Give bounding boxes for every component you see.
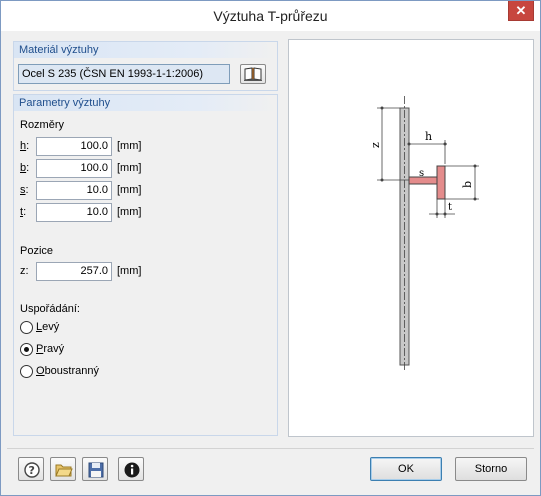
h-label-diagram: h xyxy=(425,130,432,143)
z-label: z: xyxy=(20,265,29,277)
t-unit: [mm] xyxy=(117,206,142,218)
preview-panel: z h s b t xyxy=(288,39,534,437)
t-section-diagram: z h s b t xyxy=(369,96,479,370)
t-input[interactable]: 10.0 xyxy=(36,203,112,222)
s-input[interactable]: 10.0 xyxy=(36,181,112,200)
h-input[interactable]: 100.0 xyxy=(36,137,112,156)
dialog-body: Materiál výztuhy Ocel S 235 (ČSN EN 1993… xyxy=(7,31,534,449)
radio-left-text: evý xyxy=(42,321,60,333)
s-unit: [mm] xyxy=(117,184,142,196)
ok-button[interactable]: OK xyxy=(370,457,442,481)
parameters-group-title: Parametry výztuhy xyxy=(19,97,111,109)
info-icon xyxy=(124,462,140,478)
parameters-group: Parametry výztuhy Rozměry h: 100.0 [mm] … xyxy=(13,94,278,436)
cancel-button[interactable]: Storno xyxy=(455,457,527,481)
radio-left-label: Levý xyxy=(36,321,59,334)
open-folder-icon xyxy=(55,464,73,477)
radio-both-label: Oboustranný xyxy=(36,365,99,378)
h-unit: [mm] xyxy=(117,140,142,152)
info-button[interactable] xyxy=(118,457,144,481)
b-label-diagram: b xyxy=(461,181,474,188)
s-suffix: : xyxy=(25,184,29,196)
z-tick-bottom xyxy=(380,178,384,182)
book-icon xyxy=(244,67,262,81)
t-tick-right xyxy=(443,212,447,216)
b-input[interactable]: 100.0 xyxy=(36,159,112,178)
h-tick-right xyxy=(443,142,447,146)
radio-both-indicator[interactable] xyxy=(20,365,33,378)
b-suffix: : xyxy=(26,162,30,174)
help-icon: ? xyxy=(24,462,40,478)
radio-left[interactable]: Levý xyxy=(20,321,100,335)
t-label-diagram: t xyxy=(448,202,452,213)
parameters-group-header: Parametry výztuhy xyxy=(14,95,277,111)
h-suffix: : xyxy=(26,140,30,152)
close-button[interactable]: ✕ xyxy=(508,1,534,21)
s-label-diagram: s xyxy=(419,168,424,179)
z-input[interactable]: 257.0 xyxy=(36,262,112,281)
save-button[interactable] xyxy=(82,457,108,481)
help-button[interactable]: ? xyxy=(18,457,44,481)
stiffener-flange xyxy=(436,165,446,200)
radio-right-text: ravý xyxy=(43,343,65,355)
title-bar: Výztuha T-průřezu ✕ xyxy=(1,1,540,31)
dimensions-label: Rozměry xyxy=(20,119,65,131)
arrangement-label: Uspořádání: xyxy=(20,303,80,315)
z-label-diagram: z xyxy=(369,142,382,148)
window-title: Výztuha T-průřezu xyxy=(213,8,328,24)
t-tick-left xyxy=(435,212,439,216)
open-button[interactable] xyxy=(50,457,76,481)
radio-left-indicator[interactable] xyxy=(20,321,33,334)
radio-both-mnemonic: O xyxy=(36,365,45,377)
radio-both-text: boustranný xyxy=(44,365,99,377)
t-label: t: xyxy=(20,206,34,218)
z-unit: [mm] xyxy=(117,265,142,277)
footer-separator xyxy=(7,448,534,449)
material-library-button[interactable] xyxy=(240,64,266,84)
radio-right[interactable]: Pravý xyxy=(20,343,100,357)
radio-right-indicator[interactable] xyxy=(20,343,33,356)
s-label: s: xyxy=(20,184,34,196)
save-icon xyxy=(88,462,104,478)
h-tick-left xyxy=(407,142,411,146)
b-tick-bottom xyxy=(473,197,477,201)
material-group-header: Materiál výztuhy xyxy=(14,42,277,58)
t-suffix: : xyxy=(23,206,27,218)
h-label: h: xyxy=(20,140,34,152)
z-tick-top xyxy=(380,106,384,110)
material-group-title: Materiál výztuhy xyxy=(19,44,99,56)
b-tick-top xyxy=(473,164,477,168)
position-label: Pozice xyxy=(20,245,54,257)
dialog-window: Výztuha T-průřezu ✕ Materiál výztuhy Oce… xyxy=(0,0,541,496)
b-label: b: xyxy=(20,162,34,174)
radio-both[interactable]: Oboustranný xyxy=(20,365,130,379)
b-unit: [mm] xyxy=(117,162,142,174)
radio-right-label: Pravý xyxy=(36,343,64,356)
material-group: Materiál výztuhy Ocel S 235 (ČSN EN 1993… xyxy=(13,41,278,91)
material-field[interactable]: Ocel S 235 (ČSN EN 1993-1-1:2006) xyxy=(18,64,230,84)
svg-text:?: ? xyxy=(29,464,35,477)
